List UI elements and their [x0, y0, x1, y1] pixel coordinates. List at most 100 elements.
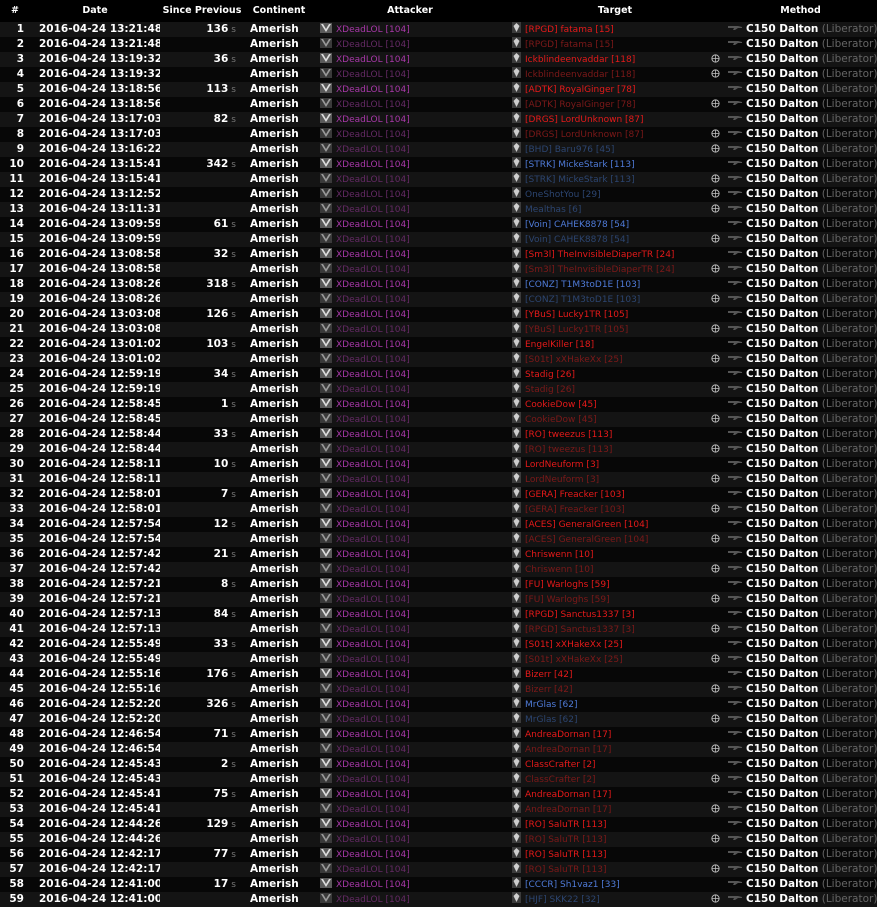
target-name[interactable]: [Voin] CAHEK8878 [54] — [525, 235, 629, 245]
table-row[interactable]: 12 2016-04-24 13:12:52 Amerish XDeadLOL [10… — [0, 187, 877, 202]
target-name[interactable]: [ACES] GeneralGreen [104] — [525, 535, 648, 545]
attacker-name[interactable]: XDeadLOL [104] — [336, 745, 410, 755]
target-name[interactable]: [YBuS] Lucky1TR [105] — [525, 325, 628, 335]
row-method[interactable]: C150 Dalton (Liberator) — [724, 532, 877, 547]
attacker-name[interactable]: XDeadLOL [104] — [336, 385, 410, 395]
method-name[interactable]: C150 Dalton — [746, 338, 818, 350]
row-attacker[interactable]: XDeadLOL [104] — [314, 382, 506, 397]
row-target[interactable]: Ickblindeenvaddar [118] — [506, 52, 724, 67]
row-target[interactable]: [Sm3l] TheInvisibleDiaperTR [24] — [506, 247, 724, 262]
row-method[interactable]: C150 Dalton (Liberator) — [724, 307, 877, 322]
attacker-name[interactable]: XDeadLOL [104] — [336, 70, 410, 80]
row-attacker[interactable]: XDeadLOL [104] — [314, 202, 506, 217]
method-name[interactable]: C150 Dalton — [746, 758, 818, 770]
method-name[interactable]: C150 Dalton — [746, 143, 818, 155]
row-method[interactable]: C150 Dalton (Liberator) — [724, 112, 877, 127]
row-target[interactable]: MrGlas [62] — [506, 712, 724, 727]
method-name[interactable]: C150 Dalton — [746, 473, 818, 485]
row-attacker[interactable]: XDeadLOL [104] — [314, 532, 506, 547]
table-row[interactable]: 33 2016-04-24 12:58:01 Amerish XDeadLOL [10… — [0, 502, 877, 517]
row-method[interactable]: C150 Dalton (Liberator) — [724, 127, 877, 142]
table-row[interactable]: 19 2016-04-24 13:08:26 Amerish XDeadLOL [10… — [0, 292, 877, 307]
attacker-name[interactable]: XDeadLOL [104] — [336, 145, 410, 155]
method-name[interactable]: C150 Dalton — [746, 128, 818, 140]
attacker-name[interactable]: XDeadLOL [104] — [336, 55, 410, 65]
table-row[interactable]: 31 2016-04-24 12:58:11 Amerish XDeadLOL [10… — [0, 472, 877, 487]
row-method[interactable]: C150 Dalton (Liberator) — [724, 277, 877, 292]
row-method[interactable]: C150 Dalton (Liberator) — [724, 97, 877, 112]
table-row[interactable]: 3 2016-04-24 13:19:32 36 s Amerish XDeadLOL [… — [0, 52, 877, 67]
attacker-name[interactable]: XDeadLOL [104] — [336, 685, 410, 695]
target-name[interactable]: EngelKiller [18] — [525, 340, 594, 350]
row-target[interactable]: [DRGS] LordUnknown [87] — [506, 127, 724, 142]
attacker-name[interactable]: XDeadLOL [104] — [336, 25, 410, 35]
row-method[interactable]: C150 Dalton (Liberator) — [724, 367, 877, 382]
row-attacker[interactable]: XDeadLOL [104] — [314, 352, 506, 367]
method-name[interactable]: C150 Dalton — [746, 863, 818, 875]
table-row[interactable]: 1 2016-04-24 13:21:48 136 s Amerish XDeadLOL … — [0, 22, 877, 37]
row-target[interactable]: [GERA] Freacker [103] — [506, 487, 724, 502]
method-name[interactable]: C150 Dalton — [746, 638, 818, 650]
row-attacker[interactable]: XDeadLOL [104] — [314, 712, 506, 727]
row-method[interactable]: C150 Dalton (Liberator) — [724, 697, 877, 712]
row-method[interactable]: C150 Dalton (Liberator) — [724, 247, 877, 262]
row-method[interactable]: C150 Dalton (Liberator) — [724, 232, 877, 247]
table-row[interactable]: 47 2016-04-24 12:52:20 Amerish XDeadLOL [10… — [0, 712, 877, 727]
table-row[interactable]: 57 2016-04-24 12:42:17 Amerish XDeadLOL [10… — [0, 862, 877, 877]
attacker-name[interactable]: XDeadLOL [104] — [336, 505, 410, 515]
col-header-number[interactable]: # — [0, 0, 30, 22]
row-attacker[interactable]: XDeadLOL [104] — [314, 697, 506, 712]
row-method[interactable]: C150 Dalton (Liberator) — [724, 22, 877, 37]
row-attacker[interactable]: XDeadLOL [104] — [314, 142, 506, 157]
row-attacker[interactable]: XDeadLOL [104] — [314, 232, 506, 247]
attacker-name[interactable]: XDeadLOL [104] — [336, 415, 410, 425]
row-attacker[interactable]: XDeadLOL [104] — [314, 652, 506, 667]
row-target[interactable]: Mealthas [6] — [506, 202, 724, 217]
method-name[interactable]: C150 Dalton — [746, 683, 818, 695]
row-attacker[interactable]: XDeadLOL [104] — [314, 292, 506, 307]
row-method[interactable]: C150 Dalton (Liberator) — [724, 217, 877, 232]
target-name[interactable]: CookieDow [45] — [525, 415, 597, 425]
attacker-name[interactable]: XDeadLOL [104] — [336, 850, 410, 860]
target-name[interactable]: [RPGD] fatama [15] — [525, 25, 614, 35]
target-name[interactable]: LordNeuform [3] — [525, 475, 599, 485]
row-method[interactable]: C150 Dalton (Liberator) — [724, 187, 877, 202]
table-row[interactable]: 54 2016-04-24 12:44:26 129 s Amerish XDeadLOL… — [0, 817, 877, 832]
row-target[interactable]: [GERA] Freacker [103] — [506, 502, 724, 517]
table-row[interactable]: 28 2016-04-24 12:58:44 33 s Amerish XDeadLOL … — [0, 427, 877, 442]
table-row[interactable]: 53 2016-04-24 12:45:41 Amerish XDeadLOL [10… — [0, 802, 877, 817]
row-method[interactable]: C150 Dalton (Liberator) — [724, 592, 877, 607]
row-method[interactable]: C150 Dalton (Liberator) — [724, 802, 877, 817]
row-target[interactable]: LordNeuform [3] — [506, 457, 724, 472]
attacker-name[interactable]: XDeadLOL [104] — [336, 700, 410, 710]
target-name[interactable]: Bizerr [42] — [525, 685, 573, 695]
row-target[interactable]: [RO] SaluTR [113] — [506, 832, 724, 847]
row-attacker[interactable]: XDeadLOL [104] — [314, 667, 506, 682]
attacker-name[interactable]: XDeadLOL [104] — [336, 115, 410, 125]
target-name[interactable]: [CCCR] Sh1vaz1 [33] — [525, 880, 620, 890]
attacker-name[interactable]: XDeadLOL [104] — [336, 550, 410, 560]
attacker-name[interactable]: XDeadLOL [104] — [336, 595, 410, 605]
row-attacker[interactable]: XDeadLOL [104] — [314, 682, 506, 697]
table-row[interactable]: 24 2016-04-24 12:59:19 34 s Amerish XDeadLOL … — [0, 367, 877, 382]
table-row[interactable]: 37 2016-04-24 12:57:42 Amerish XDeadLOL [10… — [0, 562, 877, 577]
table-row[interactable]: 49 2016-04-24 12:46:54 Amerish XDeadLOL [10… — [0, 742, 877, 757]
row-attacker[interactable]: XDeadLOL [104] — [314, 742, 506, 757]
col-header-since-previous[interactable]: Since Previous — [160, 0, 244, 22]
table-row[interactable]: 17 2016-04-24 13:08:58 Amerish XDeadLOL [10… — [0, 262, 877, 277]
method-name[interactable]: C150 Dalton — [746, 428, 818, 440]
row-attacker[interactable]: XDeadLOL [104] — [314, 757, 506, 772]
row-target[interactable]: [YBuS] Lucky1TR [105] — [506, 307, 724, 322]
row-method[interactable]: C150 Dalton (Liberator) — [724, 502, 877, 517]
row-attacker[interactable]: XDeadLOL [104] — [314, 472, 506, 487]
method-name[interactable]: C150 Dalton — [746, 773, 818, 785]
target-name[interactable]: Ickblindeenvaddar [118] — [525, 55, 635, 65]
table-row[interactable]: 15 2016-04-24 13:09:59 Amerish XDeadLOL [10… — [0, 232, 877, 247]
target-name[interactable]: [RO] tweezus [113] — [525, 445, 612, 455]
method-name[interactable]: C150 Dalton — [746, 353, 818, 365]
row-method[interactable]: C150 Dalton (Liberator) — [724, 622, 877, 637]
attacker-name[interactable]: XDeadLOL [104] — [336, 310, 410, 320]
target-name[interactable]: [S01t] xXHakeXx [25] — [525, 655, 623, 665]
row-method[interactable]: C150 Dalton (Liberator) — [724, 637, 877, 652]
row-attacker[interactable]: XDeadLOL [104] — [314, 832, 506, 847]
